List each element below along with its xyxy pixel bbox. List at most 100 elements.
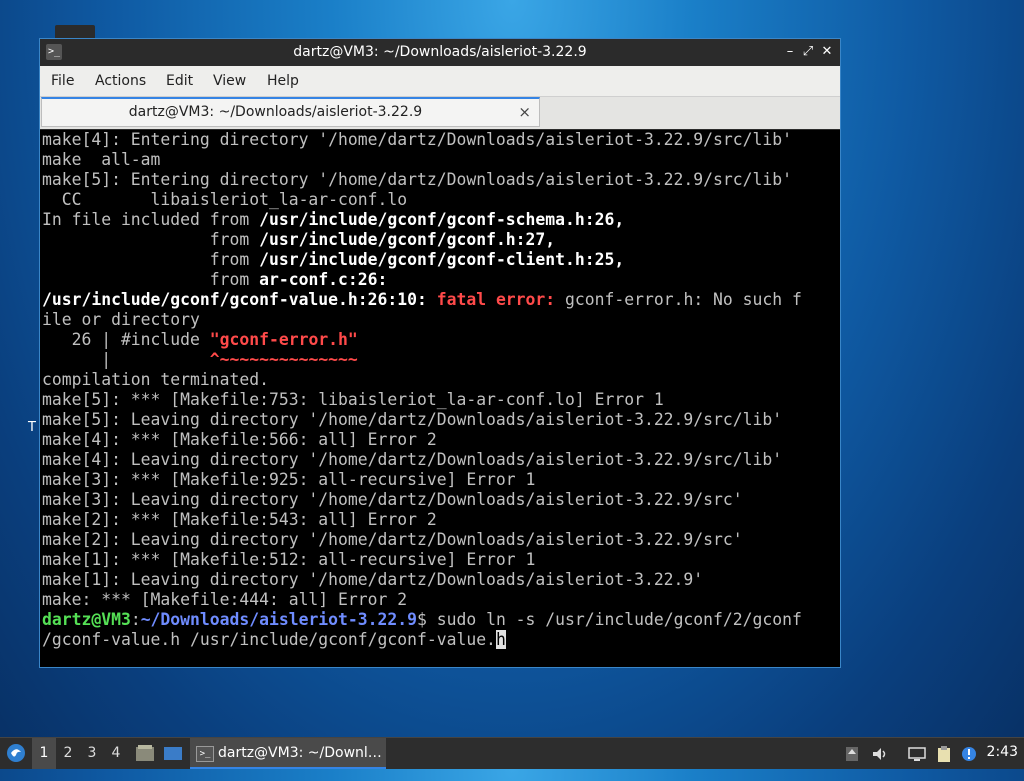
terminal-text: make[4]: Entering directory '/home/dartz… (42, 130, 792, 149)
terminal-line: make[4]: Entering directory '/home/dartz… (42, 130, 792, 150)
terminal-text: CC libaisleriot_la-ar-conf.lo (42, 190, 408, 209)
terminal-text: make[2]: *** [Makefile:543: all] Error 2 (42, 510, 437, 529)
terminal-output[interactable]: make[4]: Entering directory '/home/dartz… (40, 130, 840, 667)
terminal-line: /gconf-value.h /usr/include/gconf/gconf-… (42, 630, 506, 650)
terminal-text: ile or directory (42, 310, 200, 329)
terminal-line: make: *** [Makefile:444: all] Error 2 (42, 590, 407, 610)
notification-icon[interactable] (960, 745, 978, 763)
menu-view[interactable]: View (213, 73, 246, 89)
terminal-text: make[1]: Leaving directory '/home/dartz/… (42, 570, 704, 589)
terminal-line: make[4]: Leaving directory '/home/dartz/… (42, 450, 782, 470)
terminal-text: fatal error: (436, 290, 566, 309)
menu-edit[interactable]: Edit (166, 73, 193, 89)
terminal-text: make[3]: Leaving directory '/home/dartz/… (42, 490, 743, 509)
terminal-line: make[1]: Leaving directory '/home/dartz/… (42, 570, 703, 590)
workspace-1[interactable]: 1 (32, 738, 56, 769)
taskbar-task-terminal[interactable]: >_ dartz@VM3: ~/Downl… (190, 738, 386, 769)
close-button[interactable]: ✕ (818, 43, 836, 61)
workspace-4[interactable]: 4 (104, 738, 128, 769)
terminal-line: 26 | #include "gconf-error.h" (42, 330, 358, 350)
terminal-line: | ^~~~~~~~~~~~~~~ (42, 350, 358, 370)
terminal-text: $ sudo ln -s /usr/include/gconf/2/gconf (417, 610, 802, 629)
terminal-text: dartz@VM3 (42, 610, 131, 629)
terminal-text: /usr/include/gconf/gconf-client.h:25 (259, 250, 615, 269)
desktop-fragment-text: T (28, 420, 36, 435)
terminal-window: >_ dartz@VM3: ~/Downloads/aisleriot-3.22… (39, 38, 841, 668)
terminal-text: make[2]: Leaving directory '/home/dartz/… (42, 530, 743, 549)
terminal-text: In file included from (42, 210, 260, 229)
terminal-cursor: h (495, 630, 506, 649)
terminal-text: make[5]: Entering directory '/home/dartz… (42, 170, 792, 189)
terminal-text: from (42, 250, 260, 269)
terminal-text: make[5]: Leaving directory '/home/dartz/… (42, 410, 783, 429)
terminal-line: make[5]: Entering directory '/home/dartz… (42, 170, 792, 190)
terminal-line: compilation terminated. (42, 370, 269, 390)
terminal-line: from /usr/include/gconf/gconf.h:27, (42, 230, 555, 250)
terminal-text: ^~~~~~~~~~~~~~~ (209, 350, 358, 369)
terminal-line: CC libaisleriot_la-ar-conf.lo (42, 190, 407, 210)
show-desktop-icon[interactable] (162, 738, 184, 769)
terminal-text: : (130, 610, 141, 629)
task-label: dartz@VM3: ~/Downl… (218, 745, 382, 761)
terminal-text: : (377, 270, 388, 289)
tab-bar: dartz@VM3: ~/Downloads/aisleriot-3.22.9 … (40, 97, 840, 129)
terminal-text: from (42, 230, 260, 249)
terminal-text: ar-conf.c:26 (259, 270, 378, 289)
maximize-button[interactable]: ⤢ (799, 43, 817, 61)
network-icon[interactable] (908, 745, 926, 763)
terminal-line: make all-am (42, 150, 160, 170)
tab-terminal[interactable]: dartz@VM3: ~/Downloads/aisleriot-3.22.9 … (41, 97, 540, 127)
terminal-text: | (42, 350, 210, 369)
update-icon[interactable] (843, 745, 861, 763)
terminal-line: make[3]: *** [Makefile:925: all-recursiv… (42, 470, 535, 490)
terminal-line: make[1]: *** [Makefile:512: all-recursiv… (42, 550, 535, 570)
file-manager-icon[interactable] (134, 738, 156, 769)
workspace-3[interactable]: 3 (80, 738, 104, 769)
terminal-icon: >_ (196, 746, 214, 762)
terminal-text: ~/Downloads/aisleriot-3.22.9 (140, 610, 417, 629)
titlebar[interactable]: >_ dartz@VM3: ~/Downloads/aisleriot-3.22… (40, 39, 840, 66)
terminal-line: make[2]: Leaving directory '/home/dartz/… (42, 530, 743, 550)
terminal-line: make[4]: *** [Makefile:566: all] Error 2 (42, 430, 437, 450)
terminal-line: make[3]: Leaving directory '/home/dartz/… (42, 490, 743, 510)
terminal-text: make: *** [Makefile:444: all] Error 2 (42, 590, 408, 609)
terminal-text: /usr/include/gconf/gconf.h:27 (259, 230, 546, 249)
terminal-line: make[5]: *** [Makefile:753: libaisleriot… (42, 390, 664, 410)
terminal-text: make[1]: *** [Makefile:512: all-recursiv… (42, 550, 536, 569)
terminal-text: make[4]: Leaving directory '/home/dartz/… (42, 450, 783, 469)
terminal-text: make[3]: *** [Makefile:925: all-recursiv… (42, 470, 536, 489)
app-menu-icon[interactable] (4, 738, 28, 769)
terminal-line: from ar-conf.c:26: (42, 270, 388, 290)
terminal-text: , (614, 210, 625, 229)
clock[interactable]: 2:43 (987, 744, 1018, 760)
clipboard-icon[interactable] (935, 745, 953, 763)
terminal-line: In file included from /usr/include/gconf… (42, 210, 624, 230)
terminal-text: , (545, 230, 556, 249)
tab-close-icon[interactable]: × (518, 103, 531, 121)
terminal-text: 26 | #include (42, 330, 210, 349)
terminal-text: make all-am (42, 150, 161, 169)
terminal-line: make[5]: Leaving directory '/home/dartz/… (42, 410, 782, 430)
minimize-button[interactable]: – (781, 43, 799, 61)
terminal-text: /usr/include/gconf/gconf-schema.h:26 (259, 210, 615, 229)
terminal-line: from /usr/include/gconf/gconf-client.h:2… (42, 250, 624, 270)
menu-file[interactable]: File (51, 73, 74, 89)
terminal-line: ile or directory (42, 310, 200, 330)
workspace-2[interactable]: 2 (56, 738, 80, 769)
terminal-text: make[4]: *** [Makefile:566: all] Error 2 (42, 430, 437, 449)
menu-actions[interactable]: Actions (95, 73, 146, 89)
taskbar: 1 2 3 4 >_ dartz@VM3: ~/Downl… 2:43 (0, 737, 1024, 769)
desktop-window-tab (55, 25, 95, 39)
terminal-line: dartz@VM3:~/Downloads/aisleriot-3.22.9$ … (42, 610, 802, 630)
window-title: dartz@VM3: ~/Downloads/aisleriot-3.22.9 (293, 44, 587, 60)
terminal-text: /gconf-value.h /usr/include/gconf/gconf-… (42, 630, 496, 649)
terminal-text: /usr/include/gconf/gconf-value.h:26:10: (42, 290, 437, 309)
volume-icon[interactable] (871, 745, 889, 763)
menu-help[interactable]: Help (267, 73, 299, 89)
terminal-text: make[5]: *** [Makefile:753: libaisleriot… (42, 390, 664, 409)
terminal-text: gconf-error.h: No such f (565, 290, 802, 309)
menubar: File Actions Edit View Help (40, 66, 840, 97)
terminal-text: , (614, 250, 625, 269)
tab-label: dartz@VM3: ~/Downloads/aisleriot-3.22.9 (128, 104, 423, 120)
terminal-text: from (42, 270, 260, 289)
